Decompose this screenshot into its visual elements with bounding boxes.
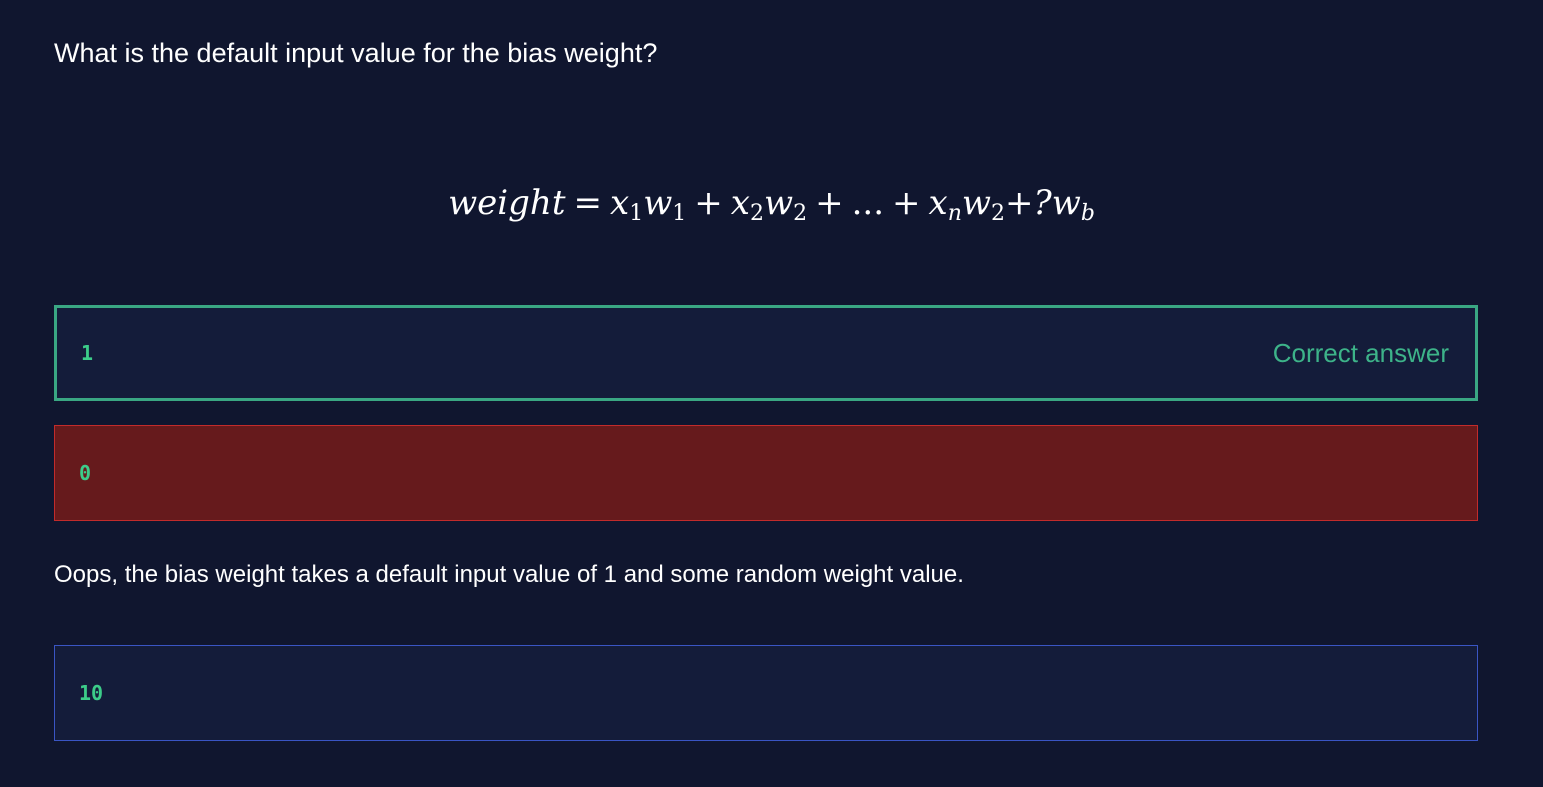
formula-xn-sub: n — [947, 201, 962, 226]
formula-lhs: weight — [448, 183, 566, 223]
answer-option-value: 0 — [79, 461, 92, 485]
formula-x1-sub: 1 — [629, 201, 644, 226]
formula: weight = x1w1 + x2w2 +... + xnw2+?wb — [0, 180, 1543, 226]
formula-x2: x — [730, 183, 750, 223]
answer-option[interactable]: 10 — [54, 645, 1478, 741]
formula-w2-sub: 2 — [793, 201, 808, 226]
question-text: What is the default input value for the … — [54, 38, 658, 68]
formula-x1: x — [610, 183, 630, 223]
formula-wn-sub: 2 — [991, 201, 1005, 226]
formula-plus: + — [1005, 183, 1034, 223]
formula-xn: x — [928, 183, 948, 223]
answer-option-incorrect[interactable]: 0 — [54, 425, 1478, 521]
formula-wn: w — [961, 183, 991, 223]
answer-option-correct[interactable]: 1 Correct answer — [54, 305, 1478, 401]
formula-w1: w — [643, 183, 673, 223]
formula-equals: = — [573, 183, 603, 223]
formula-w2: w — [763, 183, 794, 223]
formula-bias: ?w — [1033, 183, 1081, 223]
formula-bias-sub: b — [1080, 201, 1095, 226]
formula-w1-sub: 1 — [672, 201, 687, 226]
feedback-message: Oops, the bias weight takes a default in… — [54, 561, 964, 588]
formula-plus: + — [815, 183, 844, 223]
correct-answer-label: Correct answer — [1272, 337, 1449, 368]
formula-plus: + — [892, 183, 921, 223]
answer-option-value: 1 — [81, 341, 94, 365]
formula-plus: + — [694, 183, 723, 223]
formula-ellipsis: ... — [851, 183, 885, 223]
formula-x2-sub: 2 — [749, 201, 764, 226]
answer-option-value: 10 — [79, 681, 104, 705]
